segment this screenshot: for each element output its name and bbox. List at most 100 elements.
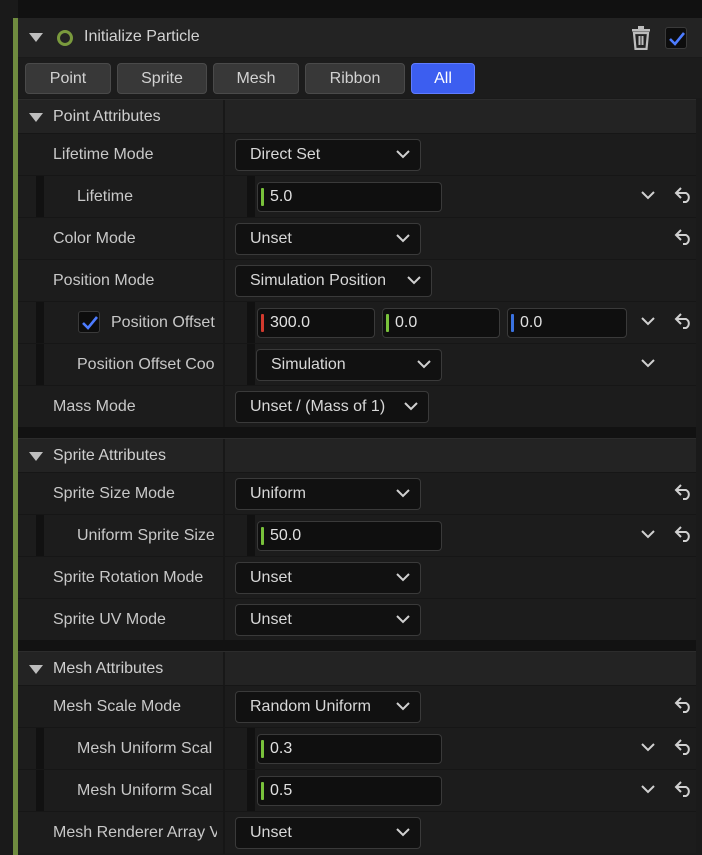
tab-sprite[interactable]: Sprite	[117, 63, 207, 94]
property-label: Lifetime Mode	[53, 146, 154, 163]
chevron-down-icon[interactable]	[641, 785, 655, 794]
reset-arrow-icon[interactable]	[674, 313, 694, 329]
column-divider	[223, 473, 225, 515]
field-value: 50.0	[270, 527, 302, 544]
field-value: 5.0	[270, 188, 293, 205]
reset-arrow-icon[interactable]	[674, 739, 694, 755]
trash-icon[interactable]	[630, 26, 652, 50]
sprite-rotation-mode-dropdown[interactable]: Unset	[235, 562, 421, 594]
reset-arrow-icon[interactable]	[674, 781, 694, 797]
color-mode-dropdown[interactable]: Unset	[235, 223, 421, 255]
tab-mesh[interactable]: Mesh	[213, 63, 299, 94]
indent-guide	[36, 770, 44, 812]
chevron-down-icon	[417, 360, 431, 369]
checkmark-icon	[669, 32, 686, 46]
chevron-down-icon	[407, 276, 421, 285]
property-label: Mass Mode	[53, 398, 136, 415]
position-offset-y-field[interactable]: 0.0	[382, 308, 500, 338]
row-mesh-uniform-scale-min: Mesh Uniform Scal 0.3	[18, 727, 696, 770]
dropdown-value: Unset	[250, 611, 292, 628]
reset-arrow-icon[interactable]	[674, 484, 694, 500]
column-divider	[223, 218, 225, 260]
channel-indicator	[261, 782, 264, 800]
tab-point[interactable]: Point	[25, 63, 111, 94]
position-mode-dropdown[interactable]: Simulation Position	[235, 265, 432, 297]
indent-guide	[36, 515, 44, 557]
dropdown-value: Unset	[250, 824, 292, 841]
uniform-sprite-size-field[interactable]: 50.0	[257, 521, 442, 551]
chevron-down-icon[interactable]	[641, 530, 655, 539]
checkmark-icon	[82, 316, 99, 330]
chevron-down-icon	[396, 489, 410, 498]
indent-guide	[247, 344, 255, 386]
channel-indicator	[261, 527, 264, 545]
reset-arrow-icon[interactable]	[674, 526, 694, 542]
lifetime-mode-dropdown[interactable]: Direct Set	[235, 139, 421, 171]
tab-ribbon[interactable]: Ribbon	[305, 63, 405, 94]
property-label: Position Offset Coo	[77, 356, 215, 373]
dropdown-value: Simulation	[271, 356, 346, 373]
sprite-uv-mode-dropdown[interactable]: Unset	[235, 604, 421, 636]
section-point-attributes[interactable]: Point Attributes	[18, 99, 696, 134]
property-label: Color Mode	[53, 230, 136, 247]
indent-guide	[36, 728, 44, 770]
property-label: Position Mode	[53, 272, 155, 289]
property-label: Sprite Rotation Mode	[53, 569, 204, 586]
mesh-scale-mode-dropdown[interactable]: Random Uniform	[235, 691, 421, 723]
property-label: Mesh Scale Mode	[53, 698, 182, 715]
column-divider	[223, 812, 225, 854]
lifetime-field[interactable]: 5.0	[257, 182, 442, 212]
x-channel-indicator	[261, 314, 264, 332]
column-divider	[223, 100, 225, 134]
module-title: Initialize Particle	[84, 28, 200, 45]
tab-all[interactable]: All	[411, 63, 475, 94]
row-position-offset-coord: Position Offset Coo Simulation	[18, 343, 696, 386]
property-label: Mesh Renderer Array V	[53, 824, 217, 841]
column-divider	[223, 260, 225, 302]
mass-mode-dropdown[interactable]: Unset / (Mass of 1)	[235, 391, 429, 423]
enabled-checkbox[interactable]	[665, 27, 687, 49]
column-divider	[223, 176, 225, 218]
column-divider	[223, 302, 225, 344]
row-lifetime-mode: Lifetime Mode Direct Set	[18, 133, 696, 176]
chevron-down-icon[interactable]	[641, 359, 655, 368]
indent-guide	[247, 302, 255, 344]
column-divider	[223, 515, 225, 557]
field-value: 0.0	[520, 314, 543, 331]
mesh-uniform-scale-min-field[interactable]: 0.3	[257, 734, 442, 764]
indent-guide	[247, 770, 255, 812]
position-offset-z-field[interactable]: 0.0	[507, 308, 627, 338]
column-divider	[223, 770, 225, 812]
position-offset-coord-dropdown[interactable]: Simulation	[256, 349, 442, 381]
position-offset-x-field[interactable]: 300.0	[257, 308, 375, 338]
column-divider	[223, 386, 225, 428]
dropdown-value: Random Uniform	[250, 698, 371, 715]
collapse-triangle-icon[interactable]	[29, 665, 43, 674]
chevron-down-icon[interactable]	[641, 317, 655, 326]
filter-tabs: Point Sprite Mesh Ribbon All	[18, 58, 702, 98]
section-mesh-attributes[interactable]: Mesh Attributes	[18, 651, 696, 686]
collapse-triangle-icon[interactable]	[29, 452, 43, 461]
field-value: 0.0	[395, 314, 418, 331]
column-divider	[223, 557, 225, 599]
dropdown-value: Unset	[250, 230, 292, 247]
sprite-size-mode-dropdown[interactable]: Uniform	[235, 478, 421, 510]
chevron-down-icon	[404, 402, 418, 411]
reset-arrow-icon[interactable]	[674, 187, 694, 203]
position-offset-checkbox[interactable]	[78, 311, 100, 333]
mesh-uniform-scale-max-field[interactable]: 0.5	[257, 776, 442, 806]
module-header[interactable]: Initialize Particle	[18, 18, 702, 58]
row-mesh-renderer-array: Mesh Renderer Array V Unset	[18, 811, 696, 854]
chevron-down-icon[interactable]	[641, 743, 655, 752]
chevron-down-icon	[396, 234, 410, 243]
reset-arrow-icon[interactable]	[674, 229, 694, 245]
chevron-down-icon[interactable]	[641, 191, 655, 200]
column-divider	[223, 134, 225, 176]
reset-arrow-icon[interactable]	[674, 697, 694, 713]
collapse-triangle-icon[interactable]	[29, 113, 43, 122]
collapse-triangle-icon[interactable]	[29, 33, 43, 42]
row-mesh-scale-mode: Mesh Scale Mode Random Uniform	[18, 685, 696, 728]
mesh-renderer-array-dropdown[interactable]: Unset	[235, 817, 421, 849]
section-sprite-attributes[interactable]: Sprite Attributes	[18, 438, 696, 473]
column-divider	[223, 344, 225, 386]
